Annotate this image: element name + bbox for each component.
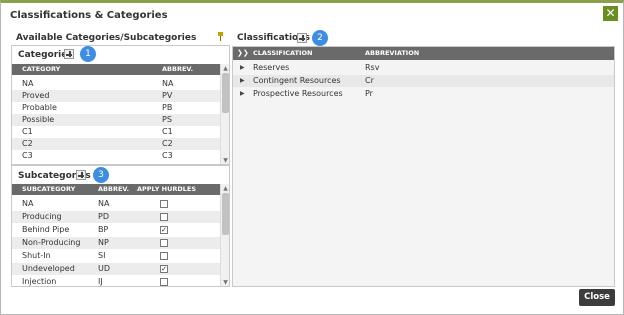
badge-1: 1 — [80, 46, 96, 62]
classifications-rows: ▶ Reserves Rsv ▶ Contingent Resources Cr ▶… — [233, 60, 614, 100]
classifications-grid-header: ❯❯ CLASSIFICATION ABBREVIATION — [233, 47, 614, 60]
table-row[interactable]: Possible PS — [12, 114, 220, 126]
apply-hurdles-checkbox[interactable] — [160, 278, 168, 286]
apply-hurdles-checkbox[interactable]: ✓ — [160, 265, 168, 273]
table-row[interactable]: Injection IJ — [12, 276, 220, 286]
subcategories-rows: NA NA Producing PD Behind Pipe BP ✓ Non-Prod… — [12, 195, 220, 286]
table-row[interactable]: C2 C2 — [12, 138, 220, 150]
table-row[interactable]: Producing PD — [12, 211, 220, 223]
apply-hurdles-checkbox[interactable] — [160, 252, 168, 260]
table-row[interactable]: ▶ Contingent Resources Cr — [233, 75, 614, 87]
col-classification[interactable]: CLASSIFICATION — [253, 47, 312, 60]
apply-hurdles-checkbox[interactable] — [160, 213, 168, 221]
col-abbreviation[interactable]: ABBREVIATION — [365, 47, 419, 60]
expand-all-icon[interactable]: ❯❯ — [237, 47, 249, 60]
table-row[interactable]: NA NA — [12, 198, 220, 210]
col-subcategory[interactable]: SUBCATEGORY — [22, 184, 75, 195]
dialog-title: Classifications & Categories — [10, 10, 168, 21]
categories-grid-header: CATEGORY ABBREV. — [12, 64, 220, 75]
table-row[interactable]: ▶ Prospective Resources Pr — [233, 88, 614, 100]
add-classification-icon[interactable] — [297, 33, 307, 43]
table-row[interactable]: Shut-In SI — [12, 250, 220, 262]
add-subcategory-icon[interactable] — [76, 170, 86, 180]
apply-hurdles-checkbox[interactable]: ✓ — [160, 226, 168, 234]
badge-2: 2 — [312, 30, 328, 46]
categories-section: Categories 1 CATEGORY ABBREV. NA NA Prove… — [11, 45, 230, 165]
subcategories-section: Subcategories 3 SUBCATEGORY ABBREV. APPL… — [11, 165, 230, 287]
col-apply-hurdles[interactable]: APPLY HURDLES — [137, 184, 196, 195]
table-row[interactable]: ▶ Reserves Rsv — [233, 62, 614, 74]
categories-rows: NA NA Proved PV Probable PB Possible PS C1 C1… — [12, 75, 220, 164]
expand-row-icon[interactable]: ▶ — [240, 88, 245, 100]
col-abbrev[interactable]: ABBREV. — [162, 64, 193, 75]
table-row[interactable]: Non-Producing NP — [12, 237, 220, 249]
table-row[interactable]: Undeveloped UD ✓ — [12, 263, 220, 275]
subcategories-scrollbar[interactable]: ▲ ▼ — [220, 184, 229, 286]
add-category-icon[interactable] — [64, 49, 74, 59]
pin-icon[interactable] — [217, 32, 224, 41]
table-row[interactable]: Probable PB — [12, 102, 220, 114]
classifications-dialog: Classifications & Categories ✕ Available… — [0, 0, 624, 315]
table-row[interactable]: Proved PV — [12, 90, 220, 102]
table-row[interactable]: NA NA — [12, 78, 220, 90]
apply-hurdles-checkbox[interactable] — [160, 239, 168, 247]
col-category[interactable]: CATEGORY — [22, 64, 60, 75]
subcategories-grid-header: SUBCATEGORY ABBREV. APPLY HURDLES — [12, 184, 220, 195]
classifications-pane: Classifications 2 ❯❯ CLASSIFICATION ABBR… — [232, 30, 615, 287]
available-categories-pane: Available Categories/Subcategories Categ… — [11, 31, 230, 287]
table-row[interactable]: C3 C3 — [12, 150, 220, 162]
apply-hurdles-checkbox[interactable] — [160, 200, 168, 208]
available-header: Available Categories/Subcategories — [16, 33, 197, 43]
col-sub-abbrev[interactable]: ABBREV. — [98, 184, 129, 195]
expand-row-icon[interactable]: ▶ — [240, 75, 245, 87]
badge-3: 3 — [93, 167, 109, 183]
close-icon[interactable]: ✕ — [603, 6, 618, 21]
close-button[interactable]: Close — [579, 289, 615, 306]
table-row[interactable]: C1 C1 — [12, 126, 220, 138]
expand-row-icon[interactable]: ▶ — [240, 62, 245, 74]
table-row[interactable]: Behind Pipe BP ✓ — [12, 224, 220, 236]
categories-scrollbar[interactable]: ▲ ▼ — [220, 64, 229, 164]
classifications-grid: ❯❯ CLASSIFICATION ABBREVIATION ▶ Reserve… — [232, 46, 615, 287]
